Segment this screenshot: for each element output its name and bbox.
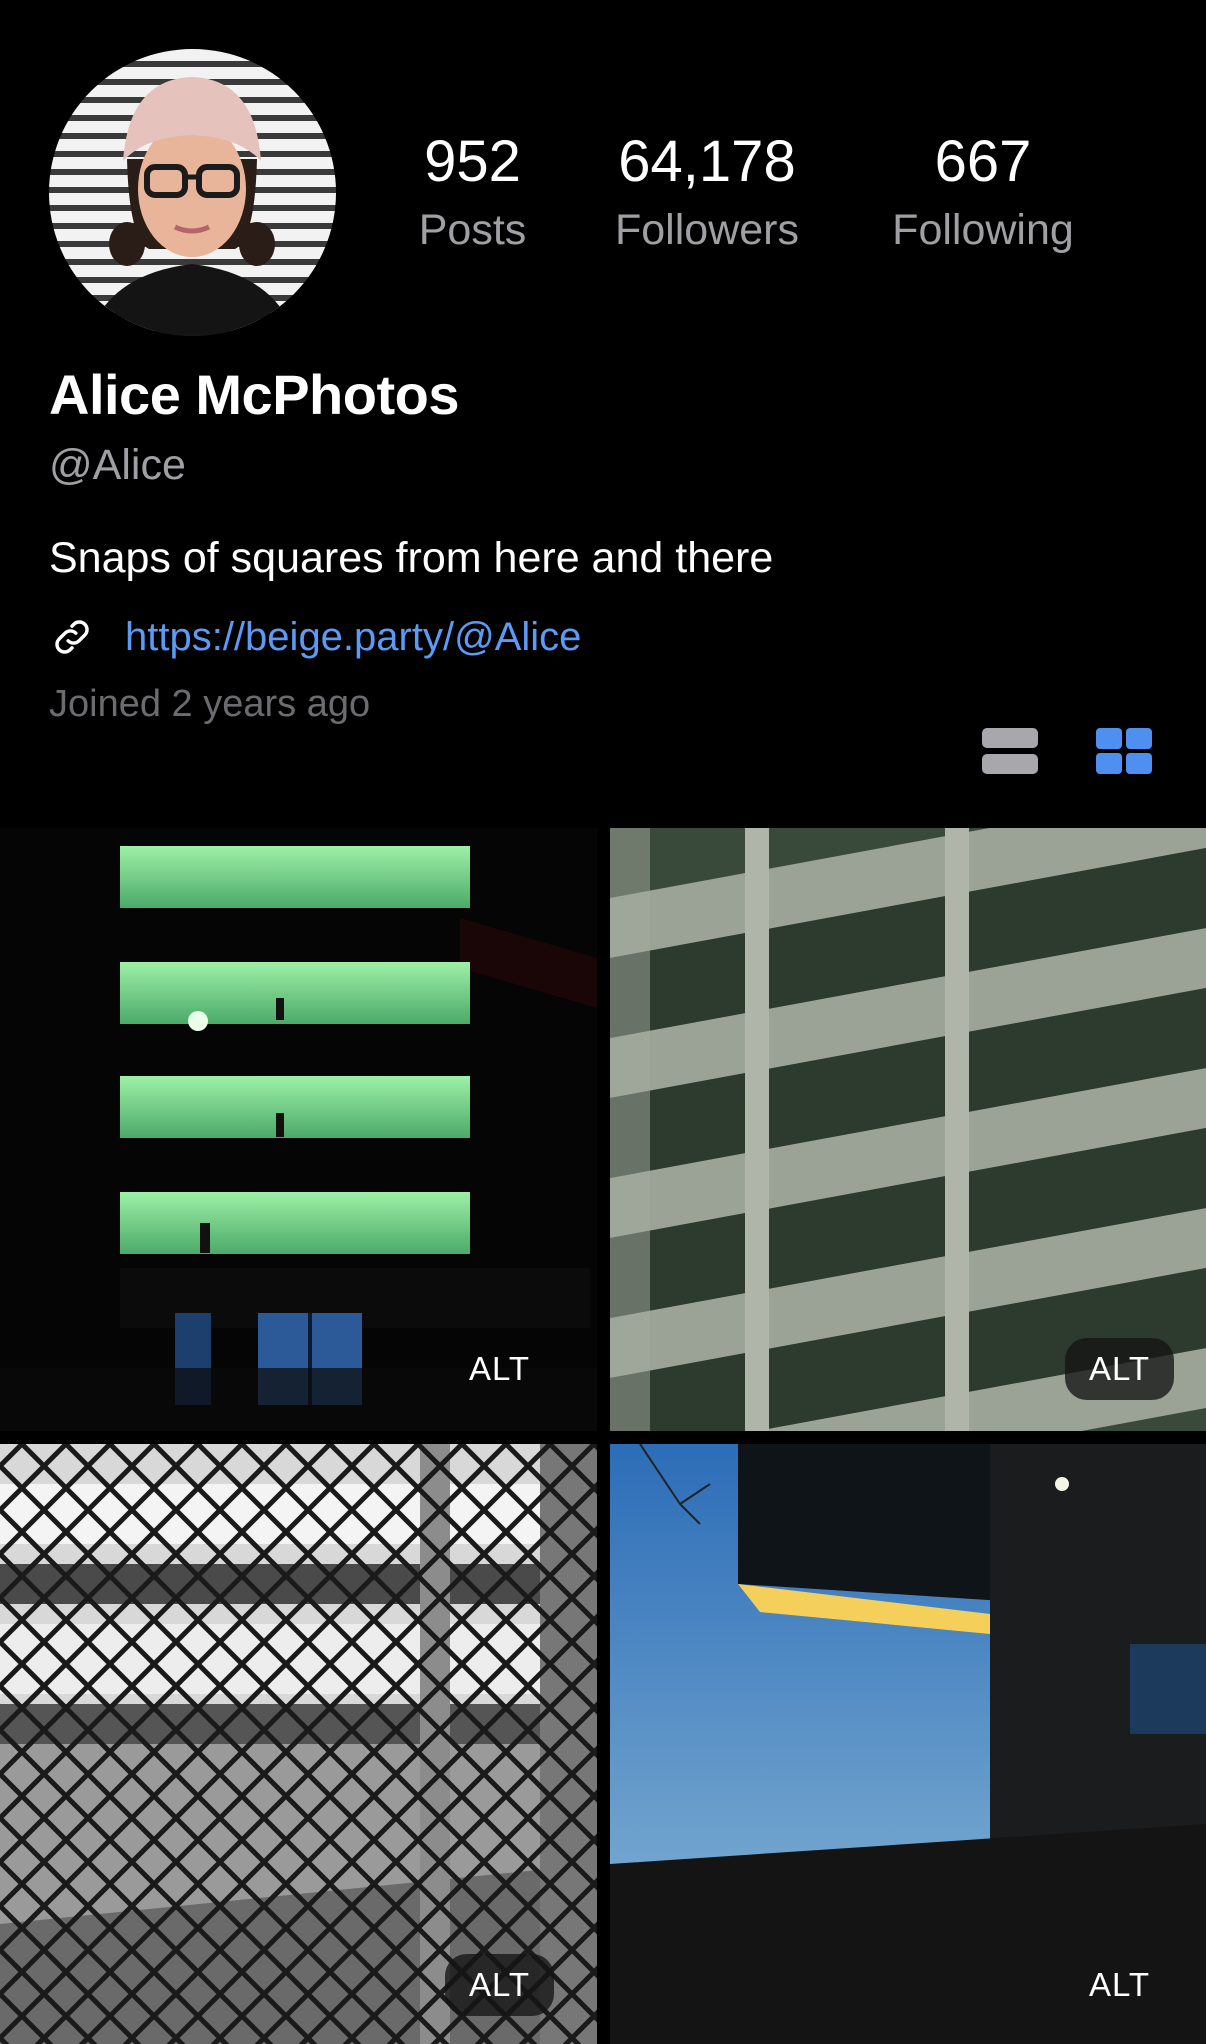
stat-posts[interactable]: 952 Posts [400,122,545,258]
alt-badge[interactable]: ALT [445,1338,554,1400]
posts-label: Posts [418,206,527,254]
stat-following[interactable]: 667 Following [872,122,1094,258]
view-toggle [982,726,1152,776]
posts-count: 952 [424,129,521,194]
following-label: Following [892,206,1074,254]
following-count: 667 [934,129,1032,194]
photo-tile[interactable]: ALT [610,1444,1206,2044]
list-view-icon[interactable] [982,726,1038,776]
handle: @Alice [49,441,186,489]
followers-label: Followers [615,206,799,254]
alt-badge[interactable]: ALT [1065,1954,1175,2016]
grid-view-icon[interactable] [1096,726,1152,776]
photo-tile[interactable]: ALT [610,828,1206,1431]
joined-date: Joined 2 years ago [49,683,371,725]
avatar[interactable] [49,49,336,336]
alt-badge[interactable]: ALT [1065,1338,1175,1400]
profile-link-text[interactable]: https://beige.party/@Alice [125,615,581,660]
link-icon [55,620,89,654]
followers-count: 64,178 [618,129,796,194]
alt-badge[interactable]: ALT [445,1954,555,2016]
profile-link[interactable]: https://beige.party/@Alice [49,608,581,666]
stat-followers[interactable]: 64,178 Followers [595,122,819,258]
photo-tile[interactable]: ALT [0,828,597,1431]
bio: Snaps of squares from here and there [49,534,774,582]
photo-tile[interactable]: ALT [0,1444,597,2044]
photo-grid: ALT ALT ALT ALT [0,828,1206,2044]
display-name: Alice McPhotos [49,363,459,426]
